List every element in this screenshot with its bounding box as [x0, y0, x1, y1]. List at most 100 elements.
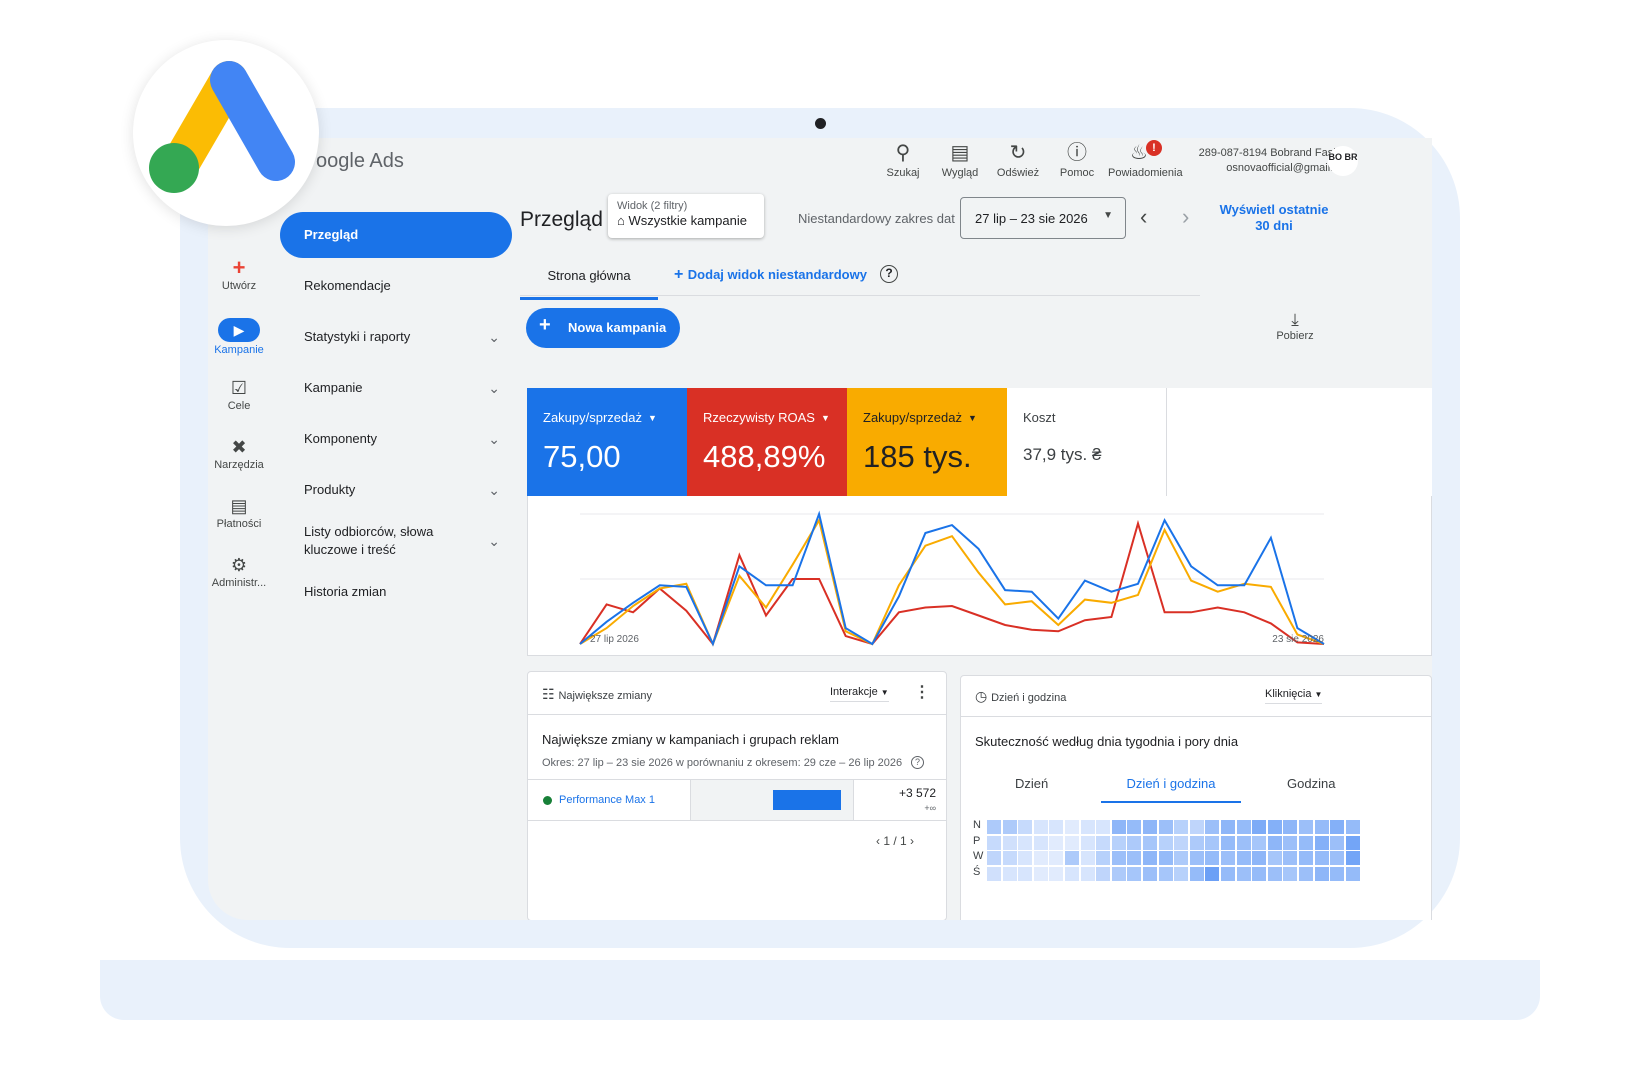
heatmap-cell[interactable] [1065, 851, 1079, 865]
heatmap-cell[interactable] [1221, 866, 1235, 881]
heatmap-cell[interactable] [987, 820, 1001, 834]
heatmap-cell[interactable] [1127, 851, 1142, 865]
heatmap-cell[interactable] [1143, 820, 1157, 834]
heatmap-cell[interactable] [1111, 820, 1126, 834]
nav-recommendations[interactable]: Rekomendacje [282, 278, 512, 293]
heatmap-cell[interactable] [1221, 835, 1235, 850]
nav-audiences[interactable]: Listy odbiorców, słowa kluczowe i treść ⌄ [282, 523, 512, 559]
metric-tile-cost[interactable]: Koszt 37,9 tys. ₴ [1007, 388, 1167, 496]
nav-insights[interactable]: Statystyki i raporty ⌄ [282, 329, 512, 345]
rail-admin[interactable]: ⚙ Administr... [208, 555, 270, 589]
heatmap-cell[interactable] [1299, 820, 1313, 834]
heatmap-cell[interactable] [1283, 851, 1298, 865]
heatmap-cell[interactable] [1080, 820, 1095, 834]
heatmap-cell[interactable] [1299, 835, 1313, 850]
heatmap-cell[interactable] [1345, 820, 1360, 834]
heatmap-cell[interactable] [1267, 851, 1282, 865]
heatmap-cell[interactable] [1236, 851, 1251, 865]
tab-hour[interactable]: Godzina [1287, 776, 1335, 791]
heatmap-cell[interactable] [1314, 851, 1329, 865]
heatmap-cell[interactable] [1252, 866, 1267, 881]
heatmap-cell[interactable] [1345, 835, 1360, 850]
heatmap-cell[interactable] [1127, 835, 1142, 850]
heatmap-cell[interactable] [1221, 820, 1235, 834]
dayhour-filter-dropdown[interactable]: Kliknięcia ▼ [1265, 688, 1323, 704]
help-circle-icon[interactable]: ? [880, 265, 898, 283]
new-campaign-button[interactable]: + Nowa kampania [526, 308, 680, 348]
heatmap-cell[interactable] [1018, 866, 1033, 881]
metric-tile-roas[interactable]: Rzeczywisty ROAS ▼ 488,89% [687, 388, 847, 496]
heatmap-cell[interactable] [1221, 851, 1235, 865]
heatmap-cell[interactable] [1314, 835, 1329, 850]
heatmap-cell[interactable] [1049, 866, 1064, 881]
heatmap-cell[interactable] [1252, 835, 1267, 850]
nav-assets[interactable]: Komponenty ⌄ [282, 431, 512, 447]
tab-day[interactable]: Dzień [1015, 776, 1048, 791]
heatmap-cell[interactable] [1096, 835, 1111, 850]
heatmap-cell[interactable] [1330, 835, 1345, 850]
heatmap-cell[interactable] [987, 866, 1001, 881]
heatmap-cell[interactable] [1236, 820, 1251, 834]
rail-campaigns[interactable]: ▶ Kampanie [208, 318, 270, 356]
heatmap-cell[interactable] [1127, 820, 1142, 834]
rail-create[interactable]: + Utwórz [208, 257, 270, 293]
heatmap-cell[interactable] [1314, 820, 1329, 834]
heatmap-cell[interactable] [1283, 866, 1298, 881]
tab-day-hour[interactable]: Dzień i godzina [1101, 776, 1241, 803]
heatmap-cell[interactable] [1189, 820, 1204, 834]
heatmap-cell[interactable] [1002, 866, 1017, 881]
metric-tile-purchases-value[interactable]: Zakupy/sprzedaż ▼ 185 tys. [847, 388, 1007, 496]
heatmap-cell[interactable] [1174, 866, 1189, 881]
heatmap-cell[interactable] [1314, 866, 1329, 881]
help-circle-icon[interactable]: ? [911, 756, 924, 769]
heatmap-cell[interactable] [1174, 820, 1189, 834]
heatmap-cell[interactable] [1080, 851, 1095, 865]
avatar[interactable]: BO BR [1328, 146, 1358, 176]
rail-tools[interactable]: ✖ Narzędzia [208, 437, 270, 471]
heatmap-cell[interactable] [1080, 866, 1095, 881]
heatmap-cell[interactable] [1049, 851, 1064, 865]
heatmap-cell[interactable] [1345, 851, 1360, 865]
heatmap-cell[interactable] [1111, 866, 1126, 881]
next-period-icon[interactable]: › [1182, 204, 1189, 230]
add-view-tab[interactable]: + Dodaj widok niestandardowy [674, 266, 867, 284]
heatmap-cell[interactable] [1158, 866, 1173, 881]
heatmap-cell[interactable] [1189, 835, 1204, 850]
more-vert-icon[interactable]: ⋮ [914, 682, 930, 702]
heatmap-cell[interactable] [1236, 835, 1251, 850]
heatmap-cell[interactable] [1174, 851, 1189, 865]
heatmap-cell[interactable] [1143, 866, 1157, 881]
heatmap-cell[interactable] [1018, 851, 1033, 865]
heatmap-cell[interactable] [1096, 866, 1111, 881]
changes-filter-dropdown[interactable]: Interakcje ▼ [830, 686, 889, 702]
heatmap-cell[interactable] [1330, 851, 1345, 865]
heatmap-cell[interactable] [1236, 866, 1251, 881]
heatmap-cell[interactable] [1111, 835, 1126, 850]
heatmap-cell[interactable] [1158, 835, 1173, 850]
rail-goals[interactable]: ☑ Cele [208, 378, 270, 412]
heatmap-cell[interactable] [1174, 835, 1189, 850]
heatmap-cell[interactable] [1345, 866, 1360, 881]
heatmap-cell[interactable] [1189, 866, 1204, 881]
heatmap-cell[interactable] [1096, 851, 1111, 865]
heatmap-cell[interactable] [1330, 866, 1345, 881]
heatmap-cell[interactable] [1080, 835, 1095, 850]
heatmap-cell[interactable] [1158, 851, 1173, 865]
heatmap-cell[interactable] [1205, 851, 1220, 865]
heatmap-cell[interactable] [1049, 835, 1064, 850]
heatmap-cell[interactable] [1033, 866, 1048, 881]
heatmap-cell[interactable] [1033, 820, 1048, 834]
heatmap-cell[interactable] [1065, 820, 1079, 834]
heatmap-cell[interactable] [1330, 820, 1345, 834]
heatmap-cell[interactable] [1299, 866, 1313, 881]
heatmap-cell[interactable] [987, 851, 1001, 865]
heatmap-cell[interactable] [1002, 851, 1017, 865]
tab-home[interactable]: Strona główna [520, 268, 658, 300]
heatmap-cell[interactable] [1049, 820, 1064, 834]
heatmap-cell[interactable] [1283, 835, 1298, 850]
heatmap-cell[interactable] [1252, 851, 1267, 865]
campaign-link[interactable]: Performance Max 1 [559, 794, 655, 806]
heatmap-cell[interactable] [1018, 835, 1033, 850]
metric-tile-purchases[interactable]: Zakupy/sprzedaż ▼ 75,00 [527, 388, 687, 496]
heatmap-cell[interactable] [1143, 835, 1157, 850]
